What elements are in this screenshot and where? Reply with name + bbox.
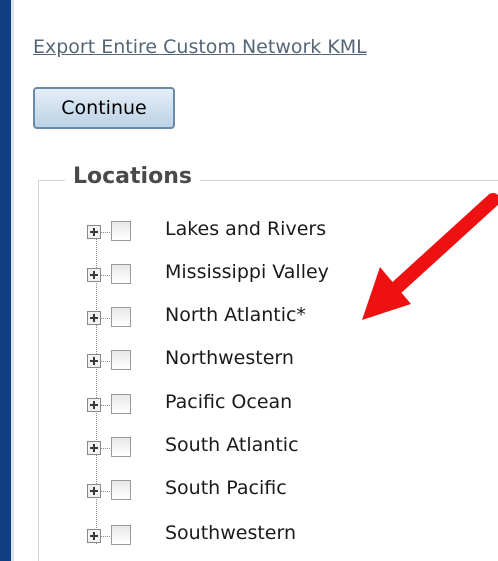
red-arrow-icon xyxy=(362,193,498,320)
page: Export Entire Custom Network KML Continu… xyxy=(0,0,498,561)
